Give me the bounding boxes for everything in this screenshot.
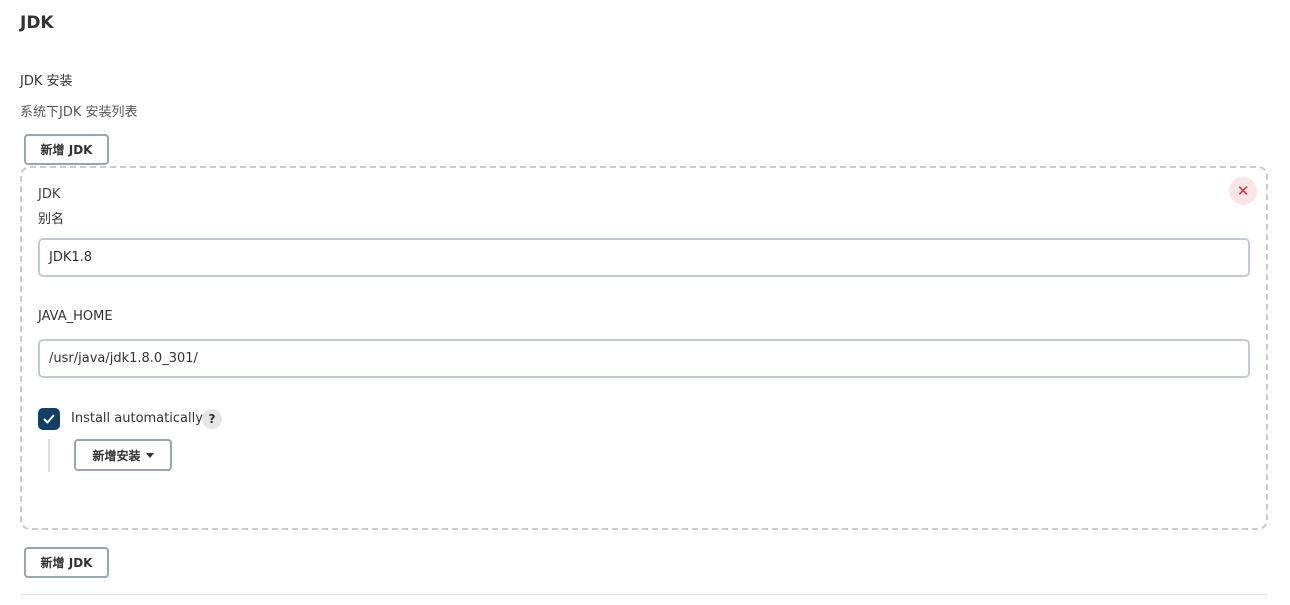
add-jdk-button-bottom[interactable]: 新增 JDK bbox=[24, 547, 109, 578]
page-title: JDK bbox=[20, 13, 54, 33]
help-icon[interactable]: ? bbox=[202, 409, 222, 429]
check-icon bbox=[43, 414, 55, 424]
install-automatically-checkbox[interactable] bbox=[38, 408, 60, 430]
nested-indent-line bbox=[48, 439, 50, 472]
card-header: JDK bbox=[38, 187, 61, 202]
add-installer-button[interactable]: 新增安装 bbox=[74, 439, 172, 471]
section-label: JDK 安装 bbox=[20, 74, 73, 89]
install-automatically-label: Install automatically bbox=[71, 411, 203, 426]
section-description: 系统下JDK 安装列表 bbox=[20, 105, 138, 120]
alias-label: 别名 bbox=[38, 212, 65, 227]
jdk-card: ✕ JDK 别名 JDK1.8 JAVA_HOME /usr/java/jdk1… bbox=[20, 166, 1268, 530]
java-home-label: JAVA_HOME bbox=[38, 309, 113, 324]
close-icon[interactable]: ✕ bbox=[1229, 177, 1257, 205]
caret-down-icon bbox=[145, 452, 154, 458]
add-jdk-button-top[interactable]: 新增 JDK bbox=[24, 134, 109, 165]
alias-input[interactable]: JDK1.8 bbox=[38, 238, 1250, 277]
section-divider bbox=[20, 594, 1268, 595]
add-installer-label: 新增安装 bbox=[92, 448, 141, 463]
java-home-input[interactable]: /usr/java/jdk1.8.0_301/ bbox=[38, 339, 1250, 378]
